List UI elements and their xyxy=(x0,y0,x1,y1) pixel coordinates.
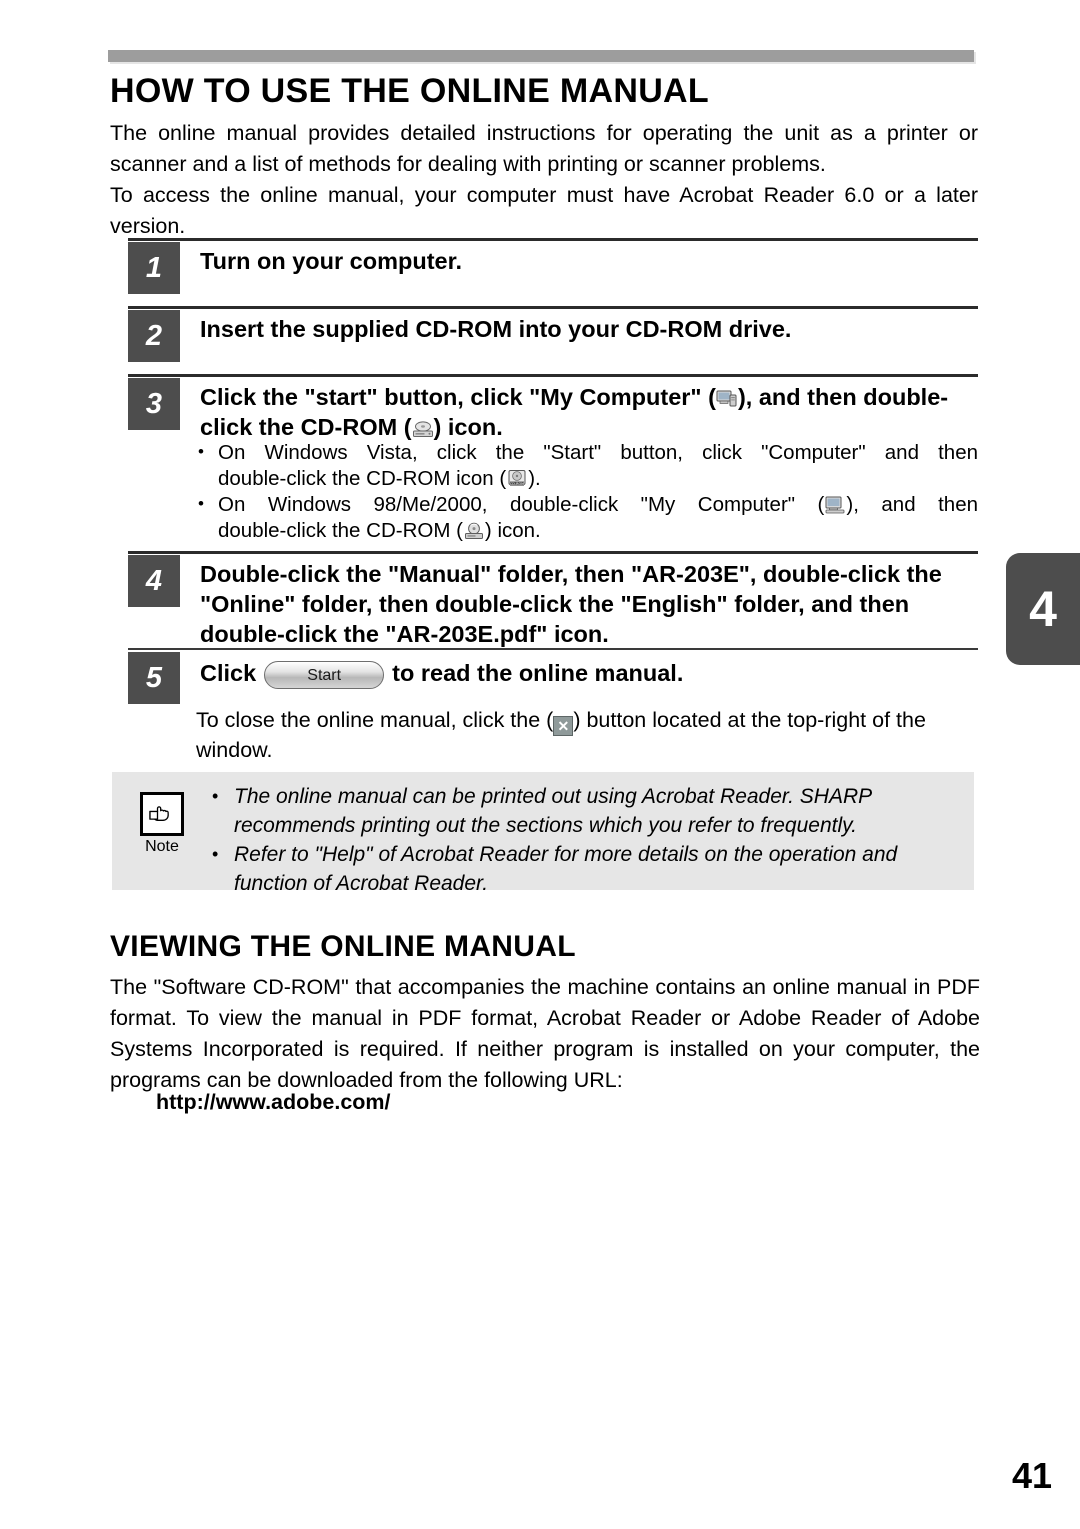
cdrom-disc-icon xyxy=(463,521,485,541)
step-divider xyxy=(128,306,978,309)
step-divider xyxy=(128,238,978,241)
step3-bullet-list: On Windows Vista, click the "Start" butt… xyxy=(196,439,978,544)
page-number: 41 xyxy=(1011,1455,1052,1496)
step-number-badge: 2 xyxy=(128,310,180,362)
note-item-list: The online manual can be printed out usi… xyxy=(208,782,948,898)
bullet-line: double-click the CD-ROM icon ( CD-ROM ). xyxy=(218,466,541,490)
step3-text-part-3: ) icon. xyxy=(433,414,503,440)
window-close-icon: ✕ xyxy=(553,716,574,736)
step-text: Insert the supplied CD-ROM into your CD-… xyxy=(200,316,792,342)
step-number-badge: 1 xyxy=(128,242,180,294)
step-number-badge: 4 xyxy=(128,555,180,607)
step-divider xyxy=(128,374,978,377)
step-divider xyxy=(128,648,978,650)
step-number-badge: 5 xyxy=(128,652,180,704)
header-rule xyxy=(108,50,974,62)
step-5: 5 Click Start to read the online manual. xyxy=(128,648,978,714)
bullet-item-win98: On Windows 98/Me/2000, double-click "My … xyxy=(196,491,978,543)
step-2: 2 Insert the supplied CD-ROM into your C… xyxy=(128,306,978,372)
page-title: HOW TO USE THE ONLINE MANUAL xyxy=(110,72,709,110)
cdrom-drive-icon xyxy=(412,419,434,439)
viewing-paragraph: The "Software CD-ROM" that accompanies t… xyxy=(110,975,980,1092)
start-button[interactable]: Start xyxy=(264,660,385,689)
step-text: Click Start to read the online manual. xyxy=(200,658,978,689)
note-icon-group: Note xyxy=(130,792,194,856)
chapter-tab-marker: 4 xyxy=(1006,553,1080,665)
bullet-item-vista: On Windows Vista, click the "Start" butt… xyxy=(196,439,978,491)
section-title-viewing: VIEWING THE ONLINE MANUAL xyxy=(110,930,576,963)
cdrom-disc-labeled-icon: CD-ROM xyxy=(506,469,528,489)
step3-text-part-1: Click the "start" button, click "My Comp… xyxy=(200,384,716,410)
note-callout: Note The online manual can be printed ou… xyxy=(112,772,974,895)
bullet-line: On Windows Vista, click the "Start" butt… xyxy=(218,441,978,464)
pointing-hand-icon xyxy=(140,792,184,836)
close-manual-note: To close the online manual, click the (✕… xyxy=(196,706,962,764)
step5-text-part-1: Click xyxy=(200,660,257,686)
adobe-url-link[interactable]: http://www.adobe.com/ xyxy=(156,1090,391,1115)
step-1: 1 Turn on your computer. xyxy=(128,238,978,304)
intro-paragraph-1: The online manual provides detailed inst… xyxy=(110,121,978,176)
close-note-part-1: To close the online manual, click the ( xyxy=(196,708,554,732)
step-4: 4 Double-click the "Manual" folder, then… xyxy=(128,551,978,647)
note-label: Note xyxy=(145,838,179,855)
svg-text:CD-ROM: CD-ROM xyxy=(510,481,524,485)
intro-paragraph-2: To access the online manual, your comput… xyxy=(110,183,978,238)
step-text: Click the "start" button, click "My Comp… xyxy=(200,382,978,442)
step-number-badge: 3 xyxy=(128,378,180,430)
step5-text-part-2: to read the online manual. xyxy=(392,660,684,686)
step-text: Turn on your computer. xyxy=(200,248,462,274)
note-item: The online manual can be printed out usi… xyxy=(208,782,948,840)
step-divider xyxy=(128,551,978,554)
step-3: 3 Click the "start" button, click "My Co… xyxy=(128,374,978,440)
bullet-line: double-click the CD-ROM ( ) icon. xyxy=(218,518,541,542)
bullet-line: On Windows 98/Me/2000, double-click "My … xyxy=(218,493,978,516)
my-computer-icon xyxy=(824,495,846,515)
note-item: Refer to "Help" of Acrobat Reader for mo… xyxy=(208,840,948,898)
step-text: Double-click the "Manual" folder, then "… xyxy=(200,561,942,647)
my-computer-icon xyxy=(716,389,738,409)
manual-page: HOW TO USE THE ONLINE MANUAL The online … xyxy=(0,0,1080,1529)
